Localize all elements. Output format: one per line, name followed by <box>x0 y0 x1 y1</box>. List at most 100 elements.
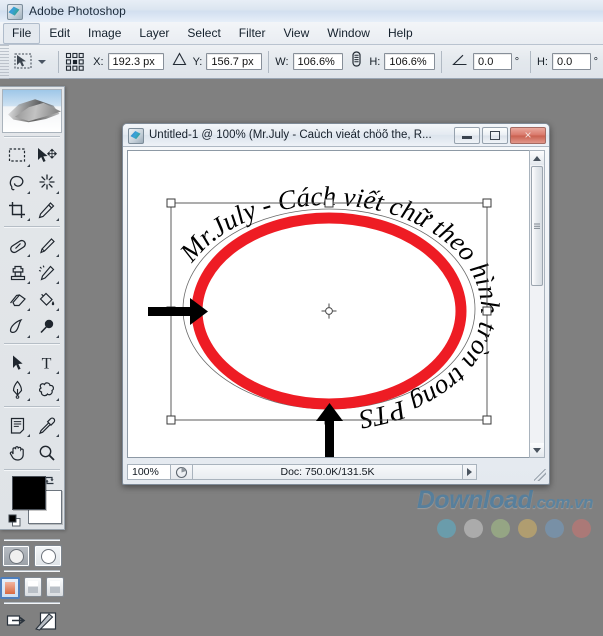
options-bar: X: 192.3 px Y: 156.7 px W: 106.6% H: 106… <box>0 45 603 79</box>
divider <box>4 343 60 345</box>
toolbox-header-feather-image[interactable] <box>2 89 62 133</box>
document-feather-icon <box>128 128 143 143</box>
menu-item-image[interactable]: Image <box>79 23 130 44</box>
toolbox-group-selection <box>0 141 64 223</box>
menubar: File Edit Image Layer Select Filter View… <box>0 22 603 45</box>
zoom-tool-icon[interactable] <box>32 439 61 466</box>
document-status-bar: 100% Doc: 750.0K/131.5K <box>127 464 477 480</box>
menu-item-view[interactable]: View <box>274 23 318 44</box>
document-titlebar[interactable]: Untitled-1 @ 100% (Mr.July - Caùch vieát… <box>123 124 549 147</box>
divider <box>4 539 60 541</box>
standard-mode-button[interactable] <box>2 545 30 567</box>
crop-tool-icon[interactable] <box>3 196 32 223</box>
vertical-scrollbar[interactable] <box>529 150 545 458</box>
h-field[interactable]: 106.6% <box>384 53 435 70</box>
divider <box>4 570 60 572</box>
paint-bucket-tool-icon[interactable] <box>32 286 61 313</box>
close-button[interactable]: × <box>510 127 546 144</box>
w-label: W: <box>275 56 288 68</box>
divider <box>441 51 442 73</box>
rectangular-marquee-tool-icon[interactable] <box>3 142 32 169</box>
full-screen-with-menubar-button[interactable] <box>24 577 42 597</box>
jump-to-tool-icon[interactable] <box>35 611 59 636</box>
clone-stamp-tool-icon[interactable] <box>3 259 32 286</box>
divider <box>4 406 60 408</box>
move-tool-icon[interactable] <box>13 50 36 74</box>
eyedropper-tool-icon[interactable] <box>32 412 61 439</box>
pen-tool-icon[interactable] <box>3 376 32 403</box>
brush-tool-icon[interactable] <box>32 232 61 259</box>
status-menu-arrow-icon[interactable] <box>463 464 477 480</box>
color-swatches <box>6 474 60 536</box>
canvas-artwork: Mr.July - Cách viết chữ theo hình tròn t… <box>128 151 530 458</box>
slice-tool-icon[interactable] <box>32 196 61 223</box>
transform-center-point <box>322 304 337 319</box>
zoom-level-field[interactable]: 100% <box>127 464 171 480</box>
type-tool-icon[interactable]: T <box>32 349 61 376</box>
toolbox-group-utility <box>0 411 64 466</box>
toolbox-group-vector: T <box>0 348 64 403</box>
history-brush-tool-icon[interactable] <box>32 259 61 286</box>
watermark-dot <box>437 519 456 538</box>
move-tool-icon[interactable] <box>32 142 61 169</box>
default-colors-icon[interactable] <box>8 514 21 532</box>
menu-item-select[interactable]: Select <box>178 23 229 44</box>
options-bar-grip[interactable] <box>0 45 9 79</box>
path-selection-tool-icon[interactable] <box>3 349 32 376</box>
window-resize-grip[interactable] <box>534 469 546 481</box>
reference-point-grid[interactable] <box>65 52 85 72</box>
maximize-button[interactable] <box>482 127 508 144</box>
quick-mask-mode-button[interactable] <box>34 545 62 567</box>
hand-tool-icon[interactable] <box>3 439 32 466</box>
healing-brush-tool-icon[interactable] <box>3 232 32 259</box>
canvas-area[interactable]: Mr.July - Cách viết chữ theo hình tròn t… <box>127 150 530 458</box>
menu-item-window[interactable]: Window <box>318 23 379 44</box>
w-field[interactable]: 106.6% <box>293 53 344 70</box>
eraser-tool-icon[interactable] <box>3 286 32 313</box>
watermark-dots <box>437 519 591 538</box>
divider <box>268 51 269 73</box>
rotate-field[interactable]: 0.0 <box>473 53 512 70</box>
menu-item-edit[interactable]: Edit <box>40 23 79 44</box>
vertical-scroll-thumb[interactable] <box>531 166 543 286</box>
menu-item-layer[interactable]: Layer <box>130 23 178 44</box>
magic-wand-tool-icon[interactable] <box>32 169 61 196</box>
menu-item-help[interactable]: Help <box>379 23 422 44</box>
lasso-tool-icon[interactable] <box>3 169 32 196</box>
photoshop-feather-icon <box>6 3 22 19</box>
bottom-arrow-annotation <box>316 403 343 458</box>
scroll-down-arrow[interactable] <box>530 443 544 457</box>
x-label: X: <box>93 56 103 68</box>
edit-in-imageready-icon[interactable] <box>6 611 32 636</box>
scroll-up-arrow[interactable] <box>530 151 544 165</box>
dodge-tool-icon[interactable] <box>32 313 61 340</box>
custom-shape-tool-icon[interactable] <box>32 376 61 403</box>
menu-item-filter[interactable]: Filter <box>230 23 275 44</box>
blur-tool-icon[interactable] <box>3 313 32 340</box>
watermark-dot <box>518 519 537 538</box>
x-field[interactable]: 192.3 px <box>108 53 164 70</box>
preview-thumbnail-icon[interactable] <box>171 464 193 480</box>
document-size-info: Doc: 750.0K/131.5K <box>193 464 463 480</box>
full-screen-mode-button[interactable] <box>46 577 64 597</box>
link-width-height-icon[interactable] <box>350 51 363 72</box>
y-field[interactable]: 156.7 px <box>206 53 262 70</box>
swap-colors-icon[interactable] <box>43 474 56 492</box>
quick-mask-buttons <box>0 545 64 567</box>
relative-position-delta-icon[interactable] <box>172 52 187 71</box>
svg-text:T: T <box>42 355 52 372</box>
toolbox-panel: T <box>0 86 65 530</box>
foreground-color-swatch[interactable] <box>12 476 46 510</box>
skew-h-field[interactable]: 0.0 <box>552 53 591 70</box>
tool-preset-chevron-down-icon[interactable] <box>38 60 46 64</box>
skew-h-label: H: <box>537 56 548 68</box>
minimize-button[interactable] <box>454 127 480 144</box>
divider <box>4 469 60 471</box>
notes-tool-icon[interactable] <box>3 412 32 439</box>
standard-screen-mode-button[interactable] <box>0 577 20 599</box>
menu-item-file[interactable]: File <box>3 23 40 44</box>
rotate-angle-icon <box>452 53 468 71</box>
close-icon: × <box>524 129 531 141</box>
screen-mode-buttons <box>0 577 64 599</box>
divider <box>530 51 531 73</box>
